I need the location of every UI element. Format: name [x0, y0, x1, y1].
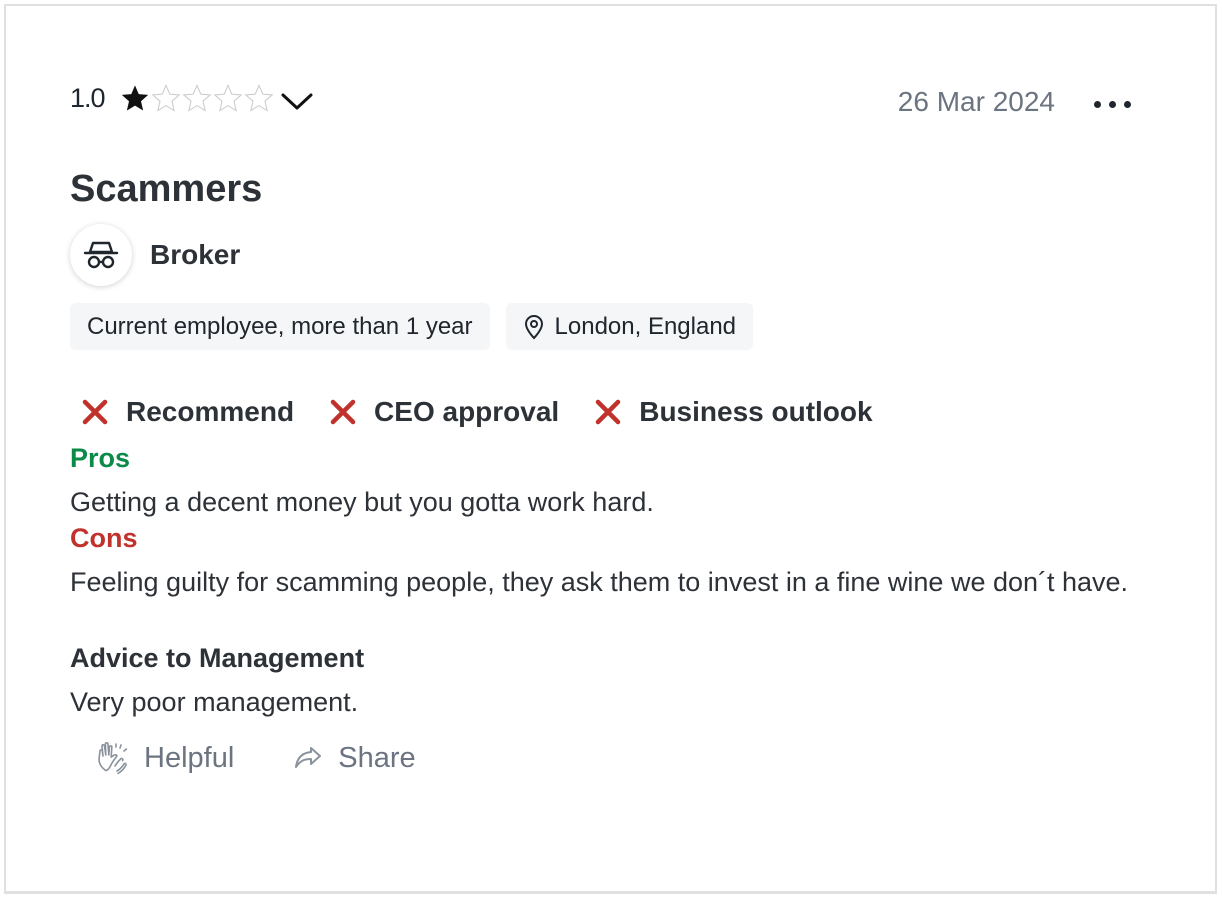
verdict-label: Business outlook: [639, 396, 873, 427]
star-empty-icon: [151, 83, 181, 112]
pros-text: Getting a decent money but you gotta wor…: [70, 487, 654, 517]
share-button[interactable]: Share: [292, 741, 416, 775]
share-label: Share: [338, 741, 416, 774]
verdict-label: CEO approval: [374, 396, 560, 427]
verdict-label: Recommend: [126, 396, 295, 427]
location-label: London, England: [554, 312, 737, 340]
helpful-label: Helpful: [144, 741, 235, 774]
star-empty-icon: [213, 83, 243, 112]
star-empty-icon: [182, 83, 212, 112]
avatar: [70, 224, 132, 286]
reviewer-role: Broker: [70, 224, 240, 286]
verdict-recommend: Recommend: [80, 396, 294, 428]
pros-heading: Pros: [70, 443, 131, 473]
cons-text: Feeling guilty for scamming people, they…: [70, 567, 1129, 597]
dot-icon: [1094, 101, 1101, 108]
review-title: Scammers: [70, 168, 263, 210]
incognito-icon: [83, 241, 119, 269]
employment-status-label: Current employee, more than 1 year: [87, 312, 473, 340]
job-title: Broker: [150, 239, 241, 270]
review-actions: Helpful Share: [96, 740, 416, 776]
star-filled-icon: [121, 85, 148, 111]
reviewer-tags: Current employee, more than 1 year Londo…: [70, 303, 754, 350]
advice-text: Very poor management.: [70, 687, 359, 717]
location-pin-icon: [524, 314, 543, 339]
clapping-hands-icon: [98, 742, 128, 775]
star-empty-icon: [244, 83, 274, 112]
verdict-row: Recommend CEO approval Business outlook: [80, 396, 907, 428]
more-options-button[interactable]: [1090, 97, 1135, 112]
verdict-business-outlook: Business outlook: [593, 396, 873, 428]
share-icon: [295, 747, 322, 768]
review-card: 1.0 26 Mar 2024 Scammers Broker Current …: [4, 4, 1217, 894]
dot-icon: [1109, 101, 1116, 108]
helpful-button[interactable]: Helpful: [96, 740, 234, 776]
location-tag: London, England: [505, 303, 754, 350]
x-icon: [330, 399, 356, 425]
verdict-ceo-approval: CEO approval: [328, 396, 559, 428]
x-icon: [595, 399, 621, 425]
advice-heading: Advice to Management: [70, 643, 365, 673]
dot-icon: [1124, 101, 1131, 108]
employment-status-tag: Current employee, more than 1 year: [70, 303, 490, 350]
rating-row: 1.0: [70, 82, 314, 114]
review-date: 26 Mar 2024: [897, 86, 1055, 117]
rating-value: 1.0: [70, 82, 106, 113]
x-icon: [82, 399, 108, 425]
cons-heading: Cons: [70, 523, 138, 553]
star-rating: [119, 82, 274, 114]
chevron-down-icon[interactable]: [280, 89, 314, 113]
